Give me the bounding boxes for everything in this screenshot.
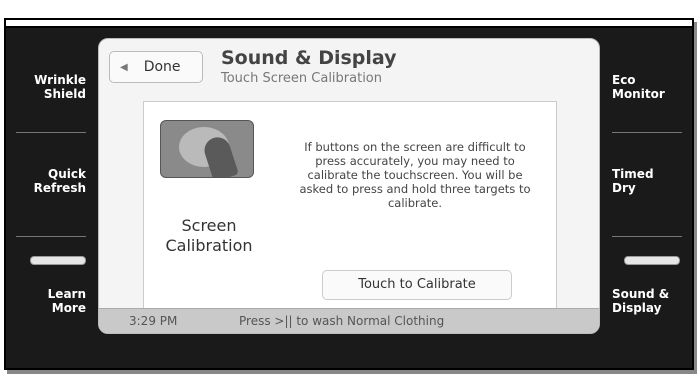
calibration-description: If buttons on the screen are difficult t… bbox=[299, 140, 531, 210]
calibration-content: Screen Calibration If buttons on the scr… bbox=[143, 101, 557, 308]
page-subtitle: Touch Screen Calibration bbox=[221, 71, 383, 86]
menu-label-line2: Display bbox=[612, 301, 662, 315]
right-menu: Eco Monitor Timed Dry Sound & Display bbox=[604, 50, 692, 334]
menu-item-timed-dry[interactable]: Timed Dry bbox=[604, 146, 692, 216]
menu-item-learn-more[interactable]: Learn More bbox=[6, 266, 94, 336]
menu-label-line1: Quick bbox=[48, 167, 86, 181]
menu-label-line2: Shield bbox=[43, 87, 86, 101]
calibration-label: Screen Calibration bbox=[154, 216, 264, 256]
menu-label-line1: Wrinkle bbox=[34, 73, 86, 87]
left-menu: Wrinkle Shield Quick Refresh Learn More bbox=[6, 50, 94, 334]
menu-divider bbox=[612, 132, 682, 133]
settings-panel: ◀ Done Sound & Display Touch Screen Cali… bbox=[98, 38, 600, 334]
menu-label-line2: Monitor bbox=[612, 87, 665, 101]
back-arrow-icon: ◀ bbox=[120, 61, 128, 73]
menu-item-eco-monitor[interactable]: Eco Monitor bbox=[604, 52, 692, 122]
menu-label-line2: More bbox=[51, 301, 86, 315]
touch-calibration-icon bbox=[160, 120, 254, 178]
calibration-label-line1: Screen bbox=[181, 216, 237, 235]
menu-item-sound-display[interactable]: Sound & Display bbox=[604, 266, 692, 336]
selection-pill bbox=[30, 256, 86, 265]
menu-item-wrinkle-shield[interactable]: Wrinkle Shield bbox=[6, 52, 94, 122]
appliance-display: Wrinkle Shield Quick Refresh Learn More … bbox=[4, 18, 694, 370]
menu-label-line1: Timed bbox=[612, 167, 654, 181]
menu-label-line1: Sound & bbox=[612, 287, 670, 301]
menu-label-line1: Learn bbox=[47, 287, 86, 301]
status-bar: 3:29 PM Press >|| to wash Normal Clothin… bbox=[99, 308, 599, 333]
page-title: Sound & Display bbox=[221, 47, 397, 69]
done-label: Done bbox=[143, 59, 181, 75]
menu-divider bbox=[612, 236, 682, 237]
finger-icon bbox=[201, 134, 239, 177]
menu-divider bbox=[16, 236, 86, 237]
calibration-label-line2: Calibration bbox=[165, 236, 253, 255]
menu-label-line1: Eco bbox=[612, 73, 636, 87]
menu-divider bbox=[16, 132, 86, 133]
menu-item-quick-refresh[interactable]: Quick Refresh bbox=[6, 146, 94, 216]
top-bezel bbox=[6, 20, 692, 28]
menu-label-line2: Refresh bbox=[33, 181, 86, 195]
selection-pill bbox=[624, 256, 680, 265]
status-time: 3:29 PM bbox=[129, 314, 178, 328]
menu-label-line2: Dry bbox=[612, 181, 636, 195]
done-button[interactable]: ◀ Done bbox=[109, 51, 203, 83]
status-message: Press >|| to wash Normal Clothing bbox=[239, 314, 445, 328]
touch-to-calibrate-button[interactable]: Touch to Calibrate bbox=[322, 270, 512, 300]
